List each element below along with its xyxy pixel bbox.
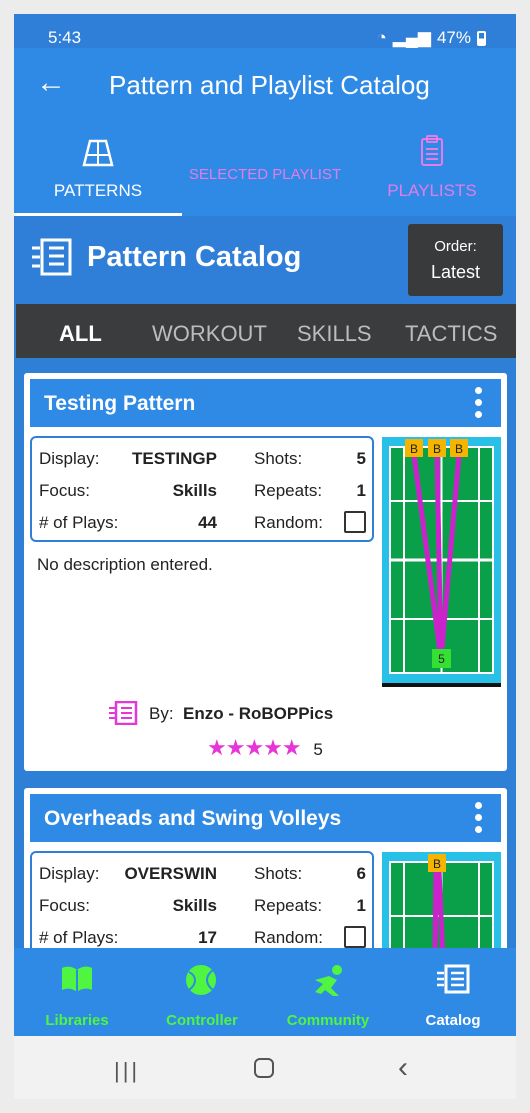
system-nav-bar: ||| ‹ <box>14 1036 516 1099</box>
wifi-icon: ◔ <box>376 28 387 47</box>
plays-label: # of Plays: <box>39 928 119 947</box>
catalog-header: Pattern Catalog Order: Latest <box>14 216 516 304</box>
app-bar: ← Pattern and Playlist Catalog <box>14 48 516 123</box>
back-chevron-icon[interactable]: ‹ <box>398 1051 408 1085</box>
more-vert-icon[interactable] <box>475 387 483 423</box>
tennis-ball-icon <box>186 965 216 995</box>
court-label-b1: B <box>410 442 418 456</box>
pattern-title: Testing Pattern <box>44 392 196 415</box>
nav-catalog[interactable]: Catalog <box>390 948 516 1036</box>
filter-tabs: ALL WORKOUT SKILLS TACTICS <box>16 304 516 358</box>
card-header: Testing Pattern <box>30 379 501 427</box>
pattern-card[interactable]: Testing Pattern Display: TESTINGP Shots:… <box>24 373 507 771</box>
display-label: Display: <box>39 449 100 468</box>
shots-value: 5 <box>356 449 366 468</box>
pattern-title: Overheads and Swing Volleys <box>44 807 342 830</box>
plays-label: # of Plays: <box>39 513 119 532</box>
recents-icon[interactable]: ||| <box>114 1058 140 1084</box>
card-header: Overheads and Swing Volleys <box>30 794 501 842</box>
court-label-b2: B <box>433 442 441 456</box>
plays-value: 44 <box>198 513 217 532</box>
more-vert-icon[interactable] <box>475 802 483 838</box>
display-value: OVERSWIN <box>124 864 217 883</box>
tab-patterns-label: PATTERNS <box>53 181 143 200</box>
battery-icon <box>477 30 486 46</box>
pattern-info-box: Display: OVERSWIN Shots: 6 Focus: Skills… <box>30 851 374 957</box>
court-icon <box>82 139 114 167</box>
by-label: By: <box>149 704 174 723</box>
nav-controller[interactable]: Controller <box>139 948 265 1036</box>
nav-controller-label: Controller <box>166 1012 238 1029</box>
home-icon[interactable] <box>254 1058 274 1078</box>
filter-all[interactable]: ALL <box>59 321 102 347</box>
tab-playlists-label: PLAYLISTS <box>387 181 477 200</box>
filter-workout[interactable]: WORKOUT <box>152 321 267 347</box>
tab-playlists[interactable]: PLAYLISTS <box>348 123 516 216</box>
court-diagram: B B B 5 <box>382 437 501 687</box>
clipboard-icon <box>421 135 443 166</box>
order-value: Latest <box>430 262 481 282</box>
order-button[interactable]: Order: Latest <box>408 224 503 296</box>
random-label: Random: <box>254 928 323 947</box>
court-label-b: B <box>433 857 441 871</box>
nav-community-label: Community <box>286 1012 370 1029</box>
catalog-icon <box>32 238 72 276</box>
shots-label: Shots: <box>254 449 303 468</box>
page-title: Pattern and Playlist Catalog <box>109 70 430 100</box>
filter-tactics[interactable]: TACTICS <box>405 321 497 347</box>
filter-skills[interactable]: SKILLS <box>297 321 372 347</box>
random-checkbox[interactable] <box>344 511 366 533</box>
pattern-description: No description entered. <box>37 555 213 574</box>
repeats-value: 1 <box>356 896 366 915</box>
arrow-left-icon[interactable]: ← <box>36 66 66 100</box>
shots-value: 6 <box>356 864 366 883</box>
tab-selected-playlist[interactable]: SELECTED PLAYLIST <box>182 123 348 216</box>
rating-row: ★★★★★ 5 <box>207 735 323 761</box>
random-label: Random: <box>254 513 323 532</box>
nav-community[interactable]: Community <box>265 948 391 1036</box>
status-time: 5:43 <box>48 28 82 47</box>
focus-label: Focus: <box>39 896 91 915</box>
order-label: Order: <box>434 238 477 255</box>
nav-libraries-label: Libraries <box>45 1012 109 1029</box>
player-icon <box>315 965 342 996</box>
catalog-title: Pattern Catalog <box>87 241 302 273</box>
rating-value: 5 <box>313 740 323 759</box>
focus-value: Skills <box>172 896 217 915</box>
repeats-value: 1 <box>356 481 366 500</box>
plays-value: 17 <box>198 928 217 947</box>
repeats-label: Repeats: <box>254 896 323 915</box>
signal-icon: ▂▄▆ <box>392 28 431 47</box>
court-label-5: 5 <box>438 652 445 666</box>
nav-libraries[interactable]: Libraries <box>14 948 140 1036</box>
nav-catalog-label: Catalog <box>425 1012 481 1029</box>
star-rating-icon: ★★★★★ <box>207 735 302 760</box>
status-bar: 5:43 ◔ ▂▄▆ 47% <box>14 14 516 48</box>
phone-screen: 5:43 ◔ ▂▄▆ 47% ← Pattern and Playlist Ca… <box>14 14 516 1099</box>
repeats-label: Repeats: <box>254 481 323 500</box>
book-icon <box>62 966 92 992</box>
random-checkbox[interactable] <box>344 926 366 948</box>
focus-value: Skills <box>172 481 217 500</box>
display-label: Display: <box>39 864 100 883</box>
author-name: Enzo - RoBOPPics <box>183 704 334 723</box>
catalog-icon <box>109 701 138 725</box>
battery-level: 47% <box>436 28 471 47</box>
catalog-icon <box>437 964 470 994</box>
pattern-info-box: Display: TESTINGP Shots: 5 Focus: Skills… <box>30 436 374 542</box>
bottom-nav: Libraries Controller Community Catalog <box>14 948 516 1036</box>
focus-label: Focus: <box>39 481 91 500</box>
tab-bar: PATTERNS SELECTED PLAYLIST PLAYLISTS <box>14 123 516 216</box>
display-value: TESTINGP <box>131 449 217 468</box>
court-label-b3: B <box>455 442 463 456</box>
tab-patterns[interactable]: PATTERNS <box>14 123 182 216</box>
shots-label: Shots: <box>254 864 303 883</box>
tab-selected-playlist-label: SELECTED PLAYLIST <box>188 166 342 183</box>
